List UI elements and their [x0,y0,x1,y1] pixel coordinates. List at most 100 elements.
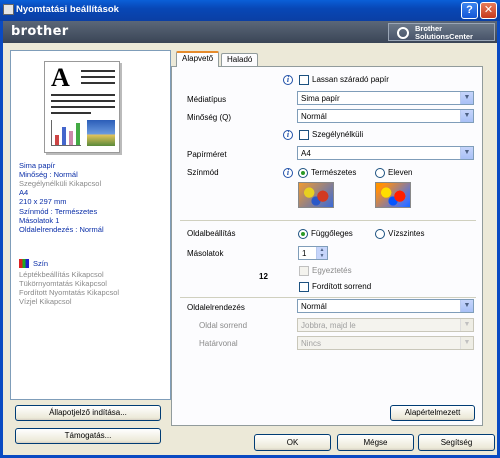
extras-reverse: Fordított Nyomtatás Kikapcsol [19,288,120,297]
info-icon[interactable]: i [283,75,293,85]
preview-text-line [81,70,115,72]
page-order-select[interactable]: Jobbra, majd le ▼ [297,318,474,332]
preview-bar [62,127,66,145]
tab-advanced[interactable]: Haladó [221,53,259,66]
divider [180,297,476,298]
copies-spinner[interactable]: 1 ▲ ▼ [298,246,328,260]
paper-size-label: Papírméret [187,150,227,159]
extras-color: Szín [33,259,49,268]
border-label: Határvonal [199,339,238,348]
collate-label: Egyeztetés [312,266,352,275]
color-vivid-label: Eleven [388,168,413,177]
reverse-order-checkbox[interactable] [299,282,309,292]
preview-letter: A [51,63,70,92]
border-value: Nincs [301,339,322,348]
chevron-down-icon: ▼ [460,337,473,349]
ok-button[interactable]: OK [254,434,331,451]
extras-watermark: Vízjel Kikapcsol [19,297,72,306]
extras-scaling: Léptékbeállítás Kikapcsol [19,270,104,279]
collate-checkbox[interactable] [299,266,309,276]
window-title: Nyomtatási beállítások [16,4,119,15]
paper-size-select[interactable]: A4 ▼ [297,146,474,160]
borderless-checkbox[interactable] [299,130,309,140]
close-button[interactable]: ✕ [480,2,497,19]
summary-copies: Másolatok 1 [19,216,60,225]
page-order-label: Oldal sorrend [199,321,248,330]
status-monitor-button[interactable]: Állapotjelző indítása... [15,405,161,421]
tab-basic[interactable]: Alapvető [176,51,220,67]
title-bar: Nyomtatási beállítások ? ✕ [0,0,500,21]
summary-quality: Minőség : Normál [19,170,78,179]
preview-text-line [51,100,115,102]
quality-select[interactable]: Normál ▼ [297,109,474,123]
layout-label: Oldalelrendezés [187,303,245,312]
slow-dry-label: Lassan száradó papír [312,75,389,84]
solutions-circle-icon [397,27,409,39]
paper-size-value: A4 [301,149,311,158]
portrait-label: Függőleges [311,229,353,238]
help-button[interactable]: Segítség [418,434,495,451]
preview-text-line [51,112,91,114]
cancel-button[interactable]: Mégse [337,434,414,451]
borderless-label: Szegélynélküli [312,130,364,139]
summary-layout: Oldalelrendezés : Normál [19,225,104,234]
chevron-down-icon: ▼ [460,110,473,122]
brand-bar: brother Brother SolutionsCenter [3,21,497,43]
page-preview: A [44,61,120,153]
preview-chart [51,120,81,146]
quality-value: Normál [301,112,327,121]
collate-icon: 12 [259,272,268,281]
spin-down-icon[interactable]: ▼ [316,253,327,259]
layout-select[interactable]: Normál ▼ [297,299,474,313]
color-mode-label: Színmód [187,168,219,177]
help-title-button[interactable]: ? [461,2,478,19]
portrait-radio[interactable] [298,229,308,239]
chevron-down-icon: ▼ [460,92,473,104]
summary-size: A4 [19,188,29,197]
extras-mirror: Tükörnyomtatás Kikapcsol [19,279,107,288]
summary-borderless: Szegélynélküli Kikapcsol [19,179,102,188]
landscape-radio[interactable] [375,229,385,239]
preview-bar [69,131,73,145]
preview-text-line [51,94,115,96]
summary-dims: 210 x 297 mm [19,197,67,206]
printer-icon [3,4,14,15]
quality-label: Minőség (Q) [187,113,232,122]
info-icon[interactable]: i [283,168,293,178]
divider [180,220,476,221]
brother-logo: brother [11,24,69,39]
copies-value: 1 [302,249,307,258]
default-button[interactable]: Alapértelmezett [390,405,475,421]
solutions-center-button[interactable]: Brother SolutionsCenter [388,23,495,41]
reverse-order-label: Fordított sorrend [312,282,372,291]
preview-text-line [51,106,115,108]
support-button[interactable]: Támogatás... [15,428,161,444]
chevron-down-icon: ▼ [460,147,473,159]
preview-bar [76,123,80,145]
chevron-down-icon: ▼ [460,319,473,331]
color-icon [19,259,29,268]
layout-value: Normál [301,302,327,311]
orientation-label: Oldalbeállítás [187,229,236,238]
media-type-value: Sima papír [301,94,340,103]
color-natural-label: Természetes [311,168,357,177]
page-order-value: Jobbra, majd le [301,321,356,330]
copies-label: Másolatok [187,249,224,258]
media-type-label: Médiatípus [187,95,227,104]
preview-text-line [81,82,115,84]
preview-photo [87,120,115,146]
slow-dry-checkbox[interactable] [299,75,309,85]
summary-media: Sima papír [19,161,56,170]
color-vivid-radio[interactable] [375,168,385,178]
color-natural-radio[interactable] [298,168,308,178]
info-icon[interactable]: i [283,130,293,140]
media-type-select[interactable]: Sima papír ▼ [297,91,474,105]
landscape-label: Vízszintes [388,229,425,238]
chevron-down-icon: ▼ [460,300,473,312]
border-select[interactable]: Nincs ▼ [297,336,474,350]
summary-color-mode: Színmód : Természetes [19,207,98,216]
vivid-color-sample [375,182,411,208]
preview-text-line [81,76,115,78]
solutions-line2: SolutionsCenter [415,32,473,41]
preview-bar [55,135,59,145]
